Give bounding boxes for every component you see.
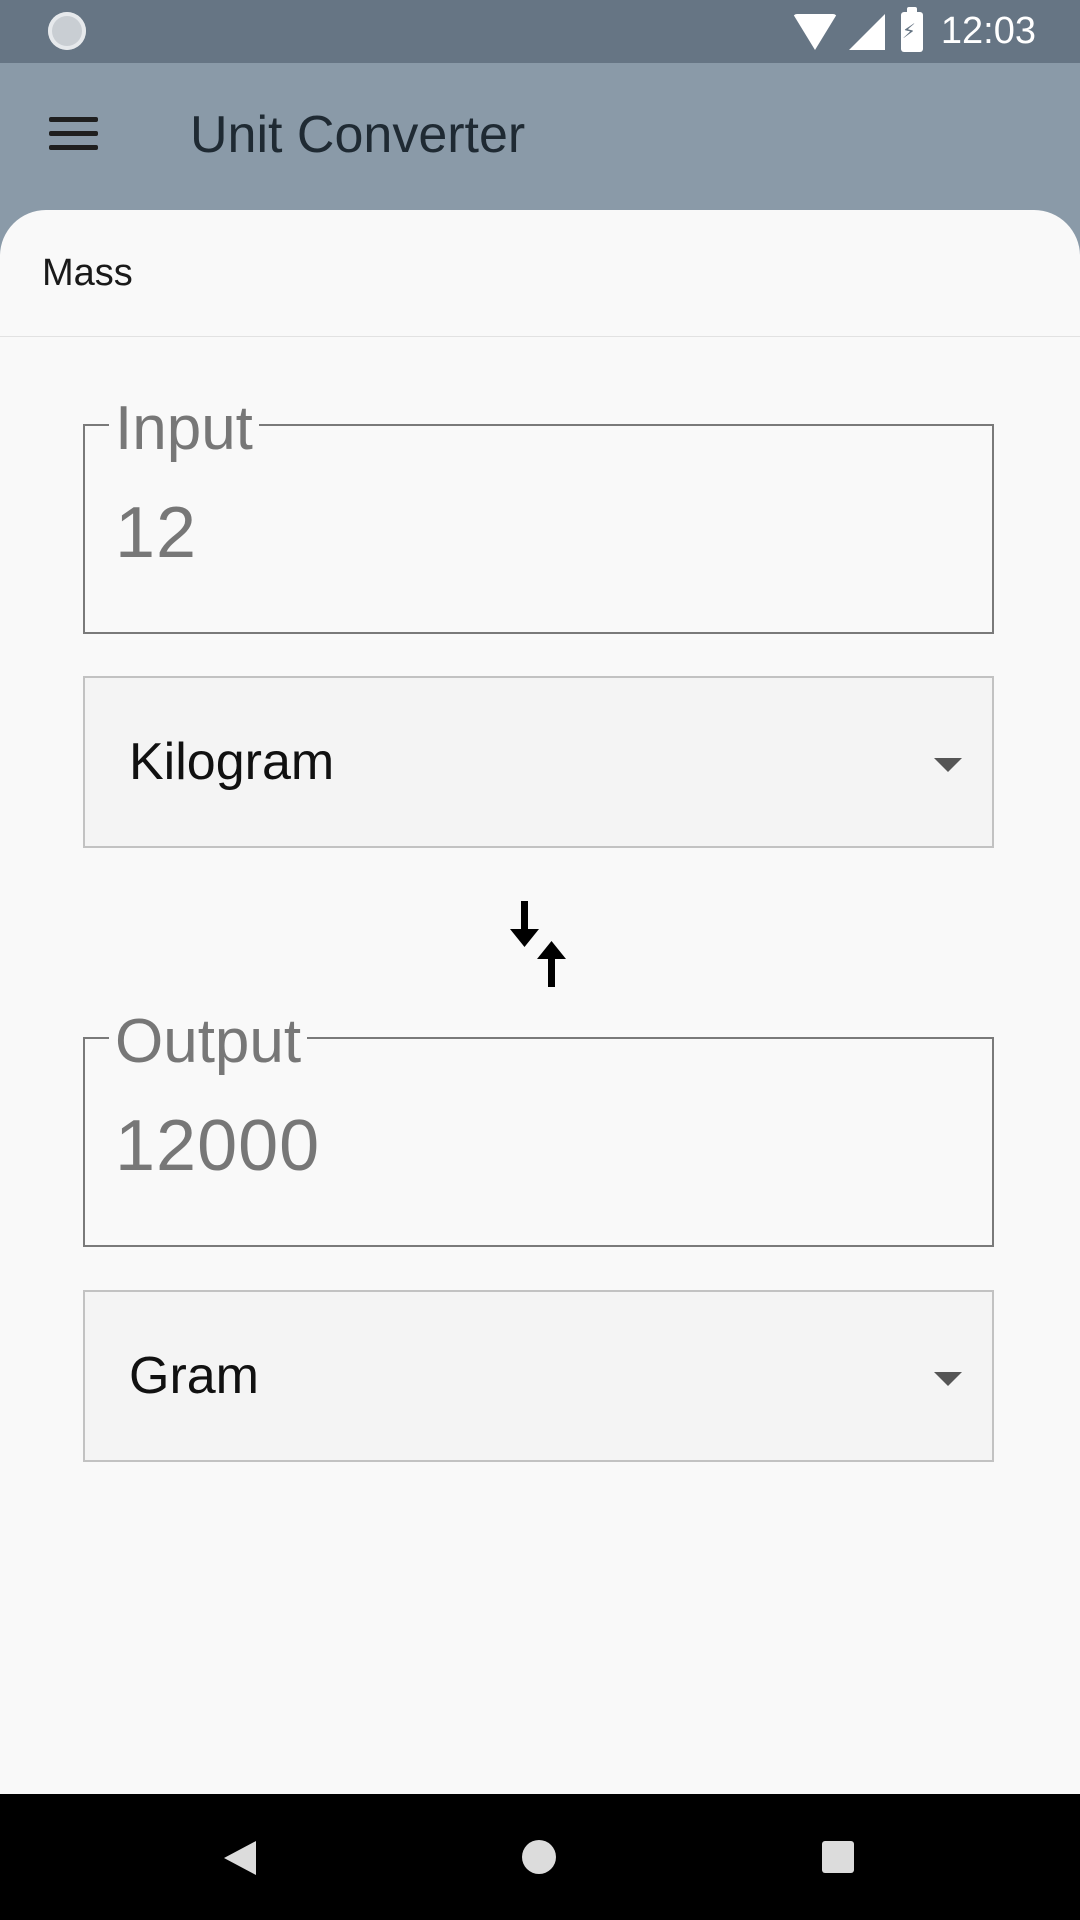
battery-icon	[900, 6, 923, 52]
back-icon[interactable]	[224, 1841, 256, 1875]
home-icon[interactable]	[522, 1840, 556, 1874]
input-field[interactable]: Input 12	[83, 396, 994, 634]
chevron-down-icon	[934, 758, 962, 772]
app-bar: Unit Converter	[0, 63, 1080, 211]
output-field[interactable]: Output 12000	[83, 1009, 994, 1247]
input-unit-select[interactable]: Kilogram	[83, 676, 994, 848]
converter-panel: Mass Input 12 Kilogram Output 12000 Gram	[0, 210, 1080, 1794]
status-time: 12:03	[940, 10, 1036, 52]
sync-icon	[48, 12, 86, 50]
tab-label: Mass	[42, 252, 133, 294]
system-nav-bar	[0, 1794, 1080, 1920]
input-value[interactable]: 12	[115, 492, 197, 574]
signal-icon	[848, 13, 885, 50]
input-field-label: Input	[109, 396, 259, 462]
page-title: Unit Converter	[190, 106, 526, 164]
recents-icon[interactable]	[822, 1841, 854, 1873]
output-unit-select[interactable]: Gram	[83, 1290, 994, 1462]
output-unit-value: Gram	[129, 1347, 259, 1405]
swap-arrows-icon[interactable]	[510, 899, 570, 989]
output-value[interactable]: 12000	[115, 1105, 320, 1187]
output-field-label: Output	[109, 1009, 308, 1075]
wifi-icon	[792, 13, 837, 50]
menu-icon[interactable]	[49, 117, 98, 151]
input-unit-value: Kilogram	[129, 733, 335, 791]
chevron-down-icon	[934, 1372, 962, 1386]
tab-mass[interactable]: Mass	[0, 210, 1080, 337]
status-indicators: 12:03	[792, 0, 1080, 63]
status-bar: 12:03	[0, 0, 1080, 63]
